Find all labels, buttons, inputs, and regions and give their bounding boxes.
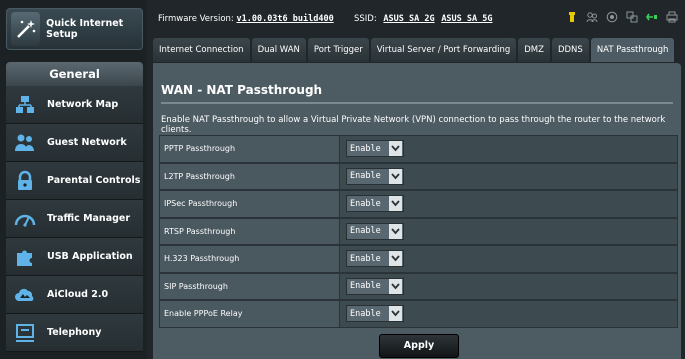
passthrough-settings-table: PPTP Passthrough Enable L2TP Passthrough… [159,135,678,328]
wand-icon [11,12,41,46]
firmware-info: Firmware Version: v1.00.03t6_build400 [158,14,334,24]
select-value: Enable [350,281,381,292]
select-value: Enable [350,143,381,154]
usb-icon[interactable] [565,10,579,24]
pptp-passthrough-select[interactable]: Enable [346,140,404,158]
nat-passthrough-panel: WAN - NAT Passthrough Enable NAT Passthr… [153,63,681,359]
users-icon[interactable] [585,10,599,24]
sidebar-item-aicloud[interactable]: AiCloud 2.0 [6,276,143,314]
tab-ddns[interactable]: DDNS [551,38,589,62]
puzzle-icon [11,243,39,271]
tab-bar: Internet Connection Dual WAN Port Trigge… [153,38,675,62]
devices-icon[interactable] [625,10,639,24]
sidebar-item-usb-application[interactable]: USB Application [6,238,143,276]
sidebar-item-label: Telephony [47,327,102,338]
sidebar: Quick Internet Setup General Network Map… [0,0,147,359]
sidebar-item-telephony[interactable]: Telephony [6,314,143,352]
tab-virtual-server[interactable]: Virtual Server / Port Forwarding [370,38,517,62]
tab-internet-connection[interactable]: Internet Connection [153,38,250,62]
ssid-label: SSID: [354,14,377,24]
wan-connection-icon[interactable] [645,10,659,24]
chevron-down-icon [389,223,402,239]
sidebar-item-guest-network[interactable]: Guest Network [6,124,143,162]
guest-network-icon [11,129,39,157]
tab-port-trigger[interactable]: Port Trigger [307,38,369,62]
select-value: Enable [350,226,381,237]
chevron-down-icon [389,141,402,157]
sidebar-item-label: AiCloud 2.0 [47,289,109,300]
network-map-icon [11,91,39,119]
setting-label: PPTP Passthrough [160,136,340,162]
tab-dual-wan[interactable]: Dual WAN [251,38,306,62]
quick-setup-label: Quick Internet Setup [46,18,124,40]
setting-label: L2TP Passthrough [160,163,340,189]
printer-icon[interactable] [665,10,679,24]
sip-passthrough-select[interactable]: Enable [346,277,404,295]
table-row: Enable PPPoE Relay Enable [159,300,678,328]
ssid-5g-link[interactable]: ASUS_SA_5G [441,14,492,24]
select-value: Enable [350,308,381,319]
title-divider [161,102,673,104]
tab-dmz[interactable]: DMZ [518,38,550,62]
setting-label: H.323 Passthrough [160,246,340,272]
page-description: Enable NAT Passthrough to allow a Virtua… [161,115,666,135]
tab-nat-passthrough[interactable]: NAT Passthrough [590,38,675,62]
table-row: SIP Passthrough Enable [159,272,678,300]
table-row: RTSP Passthrough Enable [159,217,678,245]
cloud-icon [11,281,39,309]
setting-label: SIP Passthrough [160,273,340,299]
general-header: General [6,62,143,86]
setting-label: RTSP Passthrough [160,218,340,244]
table-row: L2TP Passthrough Enable [159,162,678,190]
table-row: H.323 Passthrough Enable [159,245,678,273]
page-title: WAN - NAT Passthrough [161,83,323,97]
sidebar-menu: Network Map Guest Network Parental Contr… [6,86,143,352]
sidebar-item-traffic-manager[interactable]: Traffic Manager [6,200,143,238]
sidebar-item-label: Network Map [47,99,119,110]
table-row: PPTP Passthrough Enable [159,135,678,163]
sidebar-item-label: Traffic Manager [47,213,131,224]
ssid-2g-link[interactable]: ASUS_SA_2G [383,14,434,24]
lock-icon [11,167,39,195]
firmware-label: Firmware Version: [158,14,234,24]
setting-label: Enable PPPoE Relay [160,301,340,327]
sidebar-item-label: Guest Network [47,137,127,148]
rtsp-passthrough-select[interactable]: Enable [346,222,404,240]
l2tp-passthrough-select[interactable]: Enable [346,167,404,185]
chevron-down-icon [389,168,402,184]
top-status-bar: Firmware Version: v1.00.03t6_build400 SS… [150,6,685,32]
chevron-down-icon [389,306,402,322]
firmware-version-link[interactable]: v1.00.03t6_build400 [236,14,333,24]
ipsec-passthrough-select[interactable]: Enable [346,195,404,213]
apply-button[interactable]: Apply [379,334,459,358]
chevron-down-icon [389,278,402,294]
sidebar-item-label: USB Application [47,251,133,262]
chevron-down-icon [389,251,402,267]
status-icons [565,10,679,24]
ssid-info: SSID: ASUS_SA_2G ASUS_SA_5G [354,14,493,24]
select-value: Enable [350,171,381,182]
sidebar-item-network-map[interactable]: Network Map [6,86,143,124]
gauge-icon [11,205,39,233]
sidebar-item-parental-controls[interactable]: Parental Controls [6,162,143,200]
chevron-down-icon [389,196,402,212]
select-value: Enable [350,198,381,209]
table-row: IPSec Passthrough Enable [159,190,678,218]
sidebar-item-label: Parental Controls [47,175,141,186]
h323-passthrough-select[interactable]: Enable [346,250,404,268]
globe-icon[interactable] [605,10,619,24]
quick-internet-setup-button[interactable]: Quick Internet Setup [6,8,143,50]
pppoe-relay-select[interactable]: Enable [346,305,404,323]
telephony-icon [11,319,39,347]
select-value: Enable [350,253,381,264]
setting-label: IPSec Passthrough [160,191,340,217]
